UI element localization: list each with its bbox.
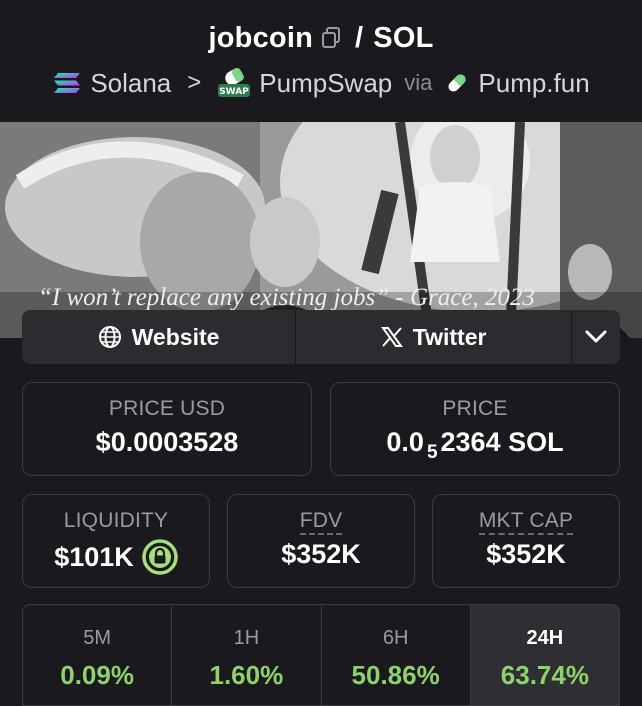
fdv-value: $352K <box>281 539 361 569</box>
twitter-label: Twitter <box>412 323 487 350</box>
price-usd-label: PRICE USD <box>108 397 226 420</box>
fdv-label: FDV <box>299 509 343 535</box>
dex-link[interactable]: PumpSwap <box>259 68 392 99</box>
period-label: 24H <box>526 627 564 649</box>
period-label: 1H <box>233 627 260 649</box>
market-cap-value: $352K <box>486 539 566 569</box>
price-native-prefix: 0.0 <box>386 427 424 457</box>
fdv-card[interactable]: FDV $352K <box>227 494 415 588</box>
change-value: 50.86% <box>351 660 440 690</box>
tab-5m[interactable]: 5M 0.09% <box>23 605 173 705</box>
tab-6h[interactable]: 6H 50.86% <box>322 605 471 705</box>
price-change-tabs: 5M 0.09% 1H 1.60% 6H 50.86% 24H 63.74% <box>22 604 620 706</box>
change-value: 0.09% <box>60 660 134 690</box>
price-native-suffix: 2364 SOL <box>440 427 564 457</box>
pill-icon <box>448 74 466 92</box>
liquidity-value-row: $101K <box>23 539 209 575</box>
launchpad-link[interactable]: Pump.fun <box>478 68 589 99</box>
change-value: 1.60% <box>209 660 284 690</box>
token-symbol[interactable]: jobcoin <box>209 22 314 55</box>
chain-link[interactable]: Solana <box>90 68 171 99</box>
pumpswap-badge-text: SWAP <box>220 87 250 97</box>
pumpswap-icon: SWAP <box>218 68 251 97</box>
via-label: via <box>404 70 433 95</box>
liquidity-label: LIQUIDITY <box>63 509 169 532</box>
more-links-button[interactable] <box>572 310 620 364</box>
x-logo-icon <box>380 327 403 347</box>
price-native-card: PRICE 0.0 5 2364 SOL <box>330 382 620 476</box>
price-native-value: 0.0 5 2364 SOL <box>331 427 619 463</box>
pair-title: jobcoin / SOL <box>0 20 642 56</box>
tab-24h[interactable]: 24H 63.74% <box>470 605 619 705</box>
price-native-label: PRICE <box>442 397 508 420</box>
twitter-button[interactable]: Twitter <box>296 310 573 364</box>
change-value: 63.74% <box>500 660 589 690</box>
period-label: 5M <box>83 627 112 649</box>
solana-icon <box>54 73 81 93</box>
pair-header: jobcoin / SOL Solana > SWAP PumpSwap via <box>0 0 642 122</box>
price-usd-value: $0.0003528 <box>95 427 239 457</box>
chevron-down-icon <box>585 330 607 343</box>
globe-icon <box>98 326 121 348</box>
banner-caption: “I won’t replace any existing jobs” - Gr… <box>38 284 535 311</box>
chevron-right-icon: > <box>187 69 202 96</box>
market-cap-card[interactable]: MKT CAP $352K <box>432 494 620 588</box>
breadcrumb: Solana > SWAP PumpSwap via Pump.fun <box>0 64 642 102</box>
social-links-bar: Website Twitter <box>22 310 620 364</box>
market-cap-label: MKT CAP <box>478 509 574 535</box>
website-label: Website <box>131 323 220 350</box>
price-native-subscript: 5 <box>426 441 438 463</box>
period-label: 6H <box>382 627 409 649</box>
tab-1h[interactable]: 1H 1.60% <box>172 605 322 705</box>
website-button[interactable]: Website <box>22 310 297 364</box>
price-usd-card: PRICE USD $0.0003528 <box>22 382 312 476</box>
copy-icon[interactable] <box>321 27 341 49</box>
liquidity-value: $101K <box>54 541 134 572</box>
liquidity-card: LIQUIDITY $101K <box>22 494 210 588</box>
pair-separator: / <box>355 21 364 54</box>
quote-symbol: SOL <box>373 21 434 54</box>
token-banner-image: “I won’t replace any existing jobs” - Gr… <box>0 122 642 338</box>
lock-icon[interactable] <box>142 539 178 575</box>
